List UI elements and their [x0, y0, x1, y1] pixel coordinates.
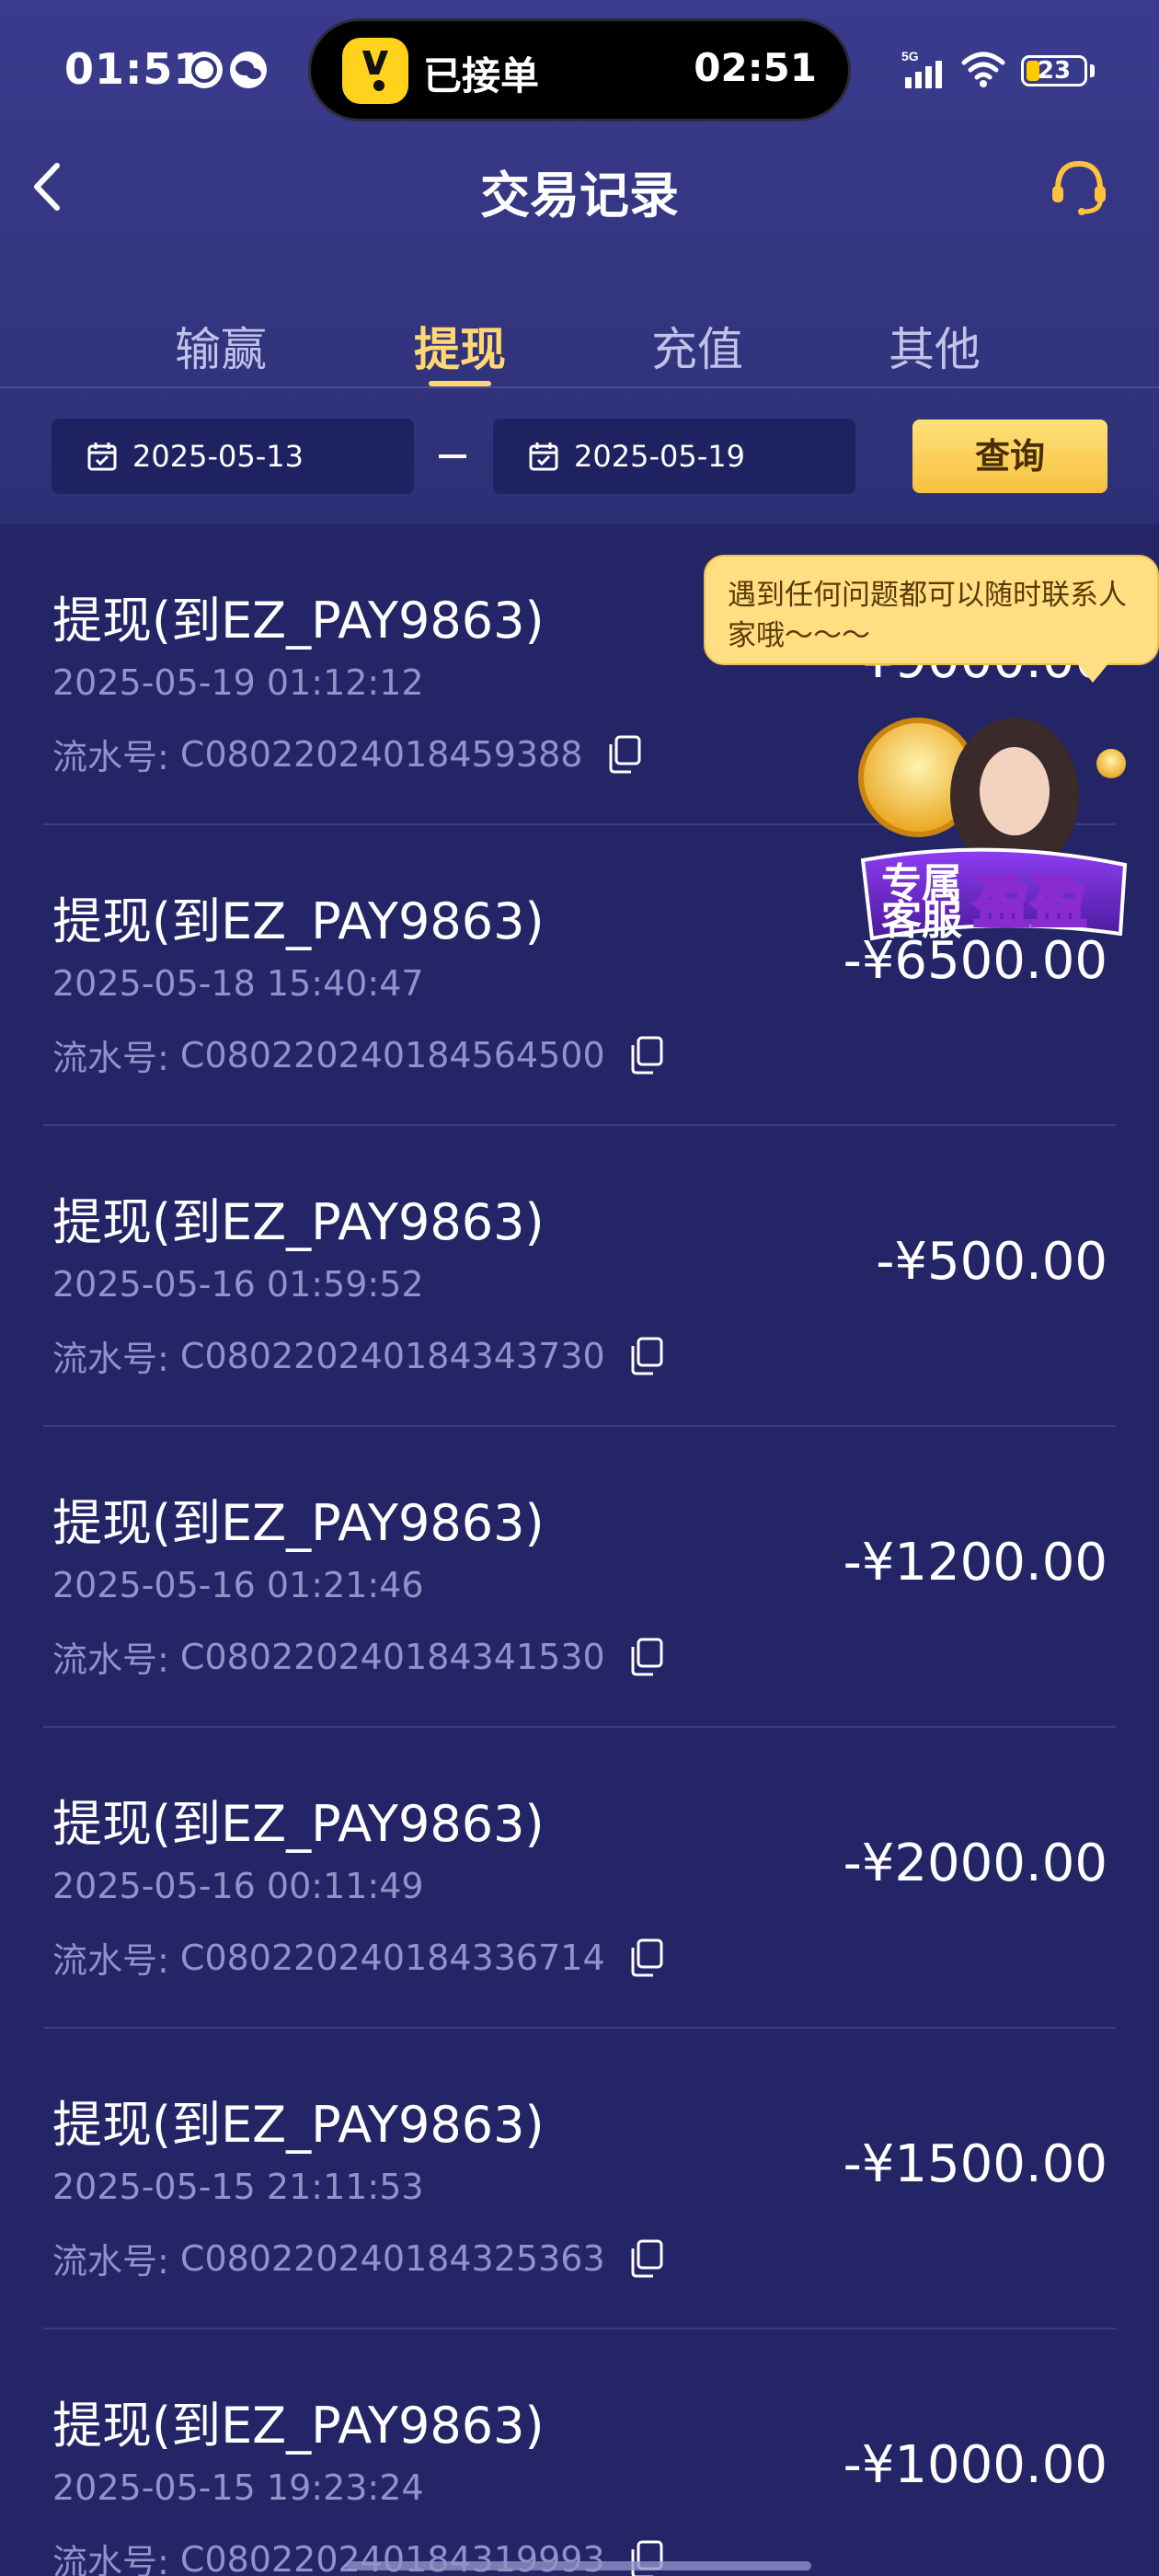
- transaction-row[interactable]: 提现(到EZ_PAY9863) 2025-05-15 19:23:24 流水号:…: [0, 2329, 1159, 2576]
- customer-service-badge[interactable]: 专属 客服 盈盈: [844, 708, 1148, 957]
- home-indicator[interactable]: [346, 2561, 811, 2570]
- query-button[interactable]: 查询: [912, 420, 1107, 493]
- transaction-amount: -¥500.00: [876, 1232, 1107, 1292]
- svg-text:5G: 5G: [901, 49, 919, 63]
- transaction-datetime: 2025-05-19 01:12:12: [52, 662, 424, 703]
- date-range-separator: [439, 454, 466, 458]
- transaction-title: 提现(到EZ_PAY9863): [52, 2397, 545, 2455]
- status-bar: 01:51 已接单 02:51 5G 23: [0, 0, 1159, 138]
- badge-line2: 客服: [881, 897, 962, 944]
- transaction-title: 提现(到EZ_PAY9863): [52, 592, 545, 650]
- transaction-datetime: 2025-05-16 01:21:46: [52, 1565, 424, 1605]
- serial-label: 流水号:: [52, 2542, 169, 2576]
- wechat-icon: [230, 52, 267, 88]
- transaction-serial: 流水号: C080220240184341530: [52, 1631, 664, 1682]
- transaction-row[interactable]: 提现(到EZ_PAY9863) 2025-05-16 01:21:46 流水号:…: [0, 1427, 1159, 1728]
- transaction-amount: -¥1000.00: [843, 2435, 1107, 2495]
- tab-withdraw[interactable]: 提现: [386, 313, 534, 379]
- serial-label: 流水号:: [52, 1639, 169, 1680]
- transaction-amount: -¥1200.00: [843, 1533, 1107, 1593]
- copy-icon[interactable]: [627, 2239, 664, 2278]
- transaction-row[interactable]: 提现(到EZ_PAY9863) 2025-05-16 00:11:49 流水号:…: [0, 1728, 1159, 2029]
- transaction-row[interactable]: 提现(到EZ_PAY9863) 2025-05-15 21:11:53 流水号:…: [0, 2029, 1159, 2329]
- transaction-datetime: 2025-05-16 01:59:52: [52, 1264, 424, 1305]
- battery-tip: [1090, 64, 1095, 77]
- serial-label: 流水号:: [52, 1940, 169, 1981]
- serial-number: C080220240184564500: [179, 1034, 605, 1075]
- transaction-datetime: 2025-05-18 15:40:47: [52, 963, 424, 1004]
- transaction-serial: 流水号: C080220240184564500: [52, 1029, 664, 1080]
- end-date-picker[interactable]: 2025-05-19: [493, 419, 855, 494]
- transaction-title: 提现(到EZ_PAY9863): [52, 1494, 545, 1552]
- copy-icon[interactable]: [627, 1036, 664, 1075]
- transaction-serial: 流水号: C080220240184336714: [52, 1932, 664, 1983]
- transaction-datetime: 2025-05-15 21:11:53: [52, 2167, 424, 2207]
- transaction-title: 提现(到EZ_PAY9863): [52, 1795, 545, 1853]
- tab-recharge[interactable]: 充值: [624, 313, 771, 379]
- serial-label: 流水号:: [52, 737, 169, 777]
- transaction-amount: -¥2000.00: [843, 1834, 1107, 1893]
- app-notification-icon: [186, 52, 223, 88]
- transaction-serial: 流水号: C08022024018459388: [52, 729, 642, 779]
- transaction-title: 提现(到EZ_PAY9863): [52, 892, 545, 950]
- transaction-title: 提现(到EZ_PAY9863): [52, 2096, 545, 2154]
- start-date-picker[interactable]: 2025-05-13: [52, 419, 414, 494]
- serial-number: C080220240184325363: [179, 2237, 605, 2279]
- customer-service-headset-icon[interactable]: [1047, 155, 1111, 219]
- serial-label: 流水号:: [52, 1339, 169, 1379]
- dynamic-island[interactable]: 已接单 02:51: [308, 18, 851, 121]
- copy-icon[interactable]: [627, 1337, 664, 1375]
- island-status-label: 已接单: [423, 53, 540, 98]
- customer-service-tooltip[interactable]: 遇到任何问题都可以随时联系人家哦～～～: [704, 555, 1159, 665]
- island-timer: 02:51: [694, 45, 817, 90]
- badge-name: 盈盈: [973, 868, 1087, 936]
- serial-number: C080220240184336714: [179, 1937, 605, 1978]
- tab-win-loss[interactable]: 输赢: [147, 313, 294, 379]
- calendar-icon: [87, 443, 117, 471]
- transaction-datetime: 2025-05-15 19:23:24: [52, 2467, 424, 2508]
- tooltip-text: 遇到任何问题都可以随时联系人家哦～～～: [728, 579, 1127, 652]
- battery-level-text: 23: [1037, 57, 1072, 85]
- wifi-icon: [960, 50, 1006, 88]
- page-title: 交易记录: [480, 167, 679, 224]
- copy-icon[interactable]: [627, 2540, 664, 2576]
- tab-divider: [0, 386, 1159, 388]
- serial-number: C080220240184341530: [179, 1636, 605, 1677]
- start-date-value: 2025-05-13: [132, 439, 304, 474]
- tooltip-tail: [1076, 662, 1109, 683]
- transaction-serial: 流水号: C080220240184325363: [52, 2233, 664, 2283]
- serial-number: C080220240184343730: [179, 1335, 605, 1376]
- serial-number: C08022024018459388: [179, 733, 583, 775]
- serial-label: 流水号:: [52, 1038, 169, 1078]
- calendar-icon: [529, 443, 558, 471]
- delivery-app-icon: [342, 38, 408, 104]
- copy-icon[interactable]: [605, 735, 642, 774]
- transaction-row[interactable]: 提现(到EZ_PAY9863) 2025-05-16 01:59:52 流水号:…: [0, 1126, 1159, 1427]
- transaction-datetime: 2025-05-16 00:11:49: [52, 1866, 424, 1906]
- serial-label: 流水号:: [52, 2241, 169, 2282]
- cellular-signal-icon: 5G: [900, 48, 955, 92]
- battery-icon: 23: [1021, 55, 1087, 86]
- tab-bar: 输赢 提现 充值 其他: [147, 313, 1012, 386]
- status-time: 01:51: [64, 44, 204, 94]
- tab-other[interactable]: 其他: [861, 313, 1008, 379]
- transaction-amount: -¥1500.00: [843, 2134, 1107, 2194]
- transaction-title: 提现(到EZ_PAY9863): [52, 1193, 545, 1251]
- copy-icon[interactable]: [627, 1638, 664, 1676]
- copy-icon[interactable]: [627, 1938, 664, 1977]
- transaction-serial: 流水号: C080220240184343730: [52, 1330, 664, 1381]
- end-date-value: 2025-05-19: [574, 439, 745, 474]
